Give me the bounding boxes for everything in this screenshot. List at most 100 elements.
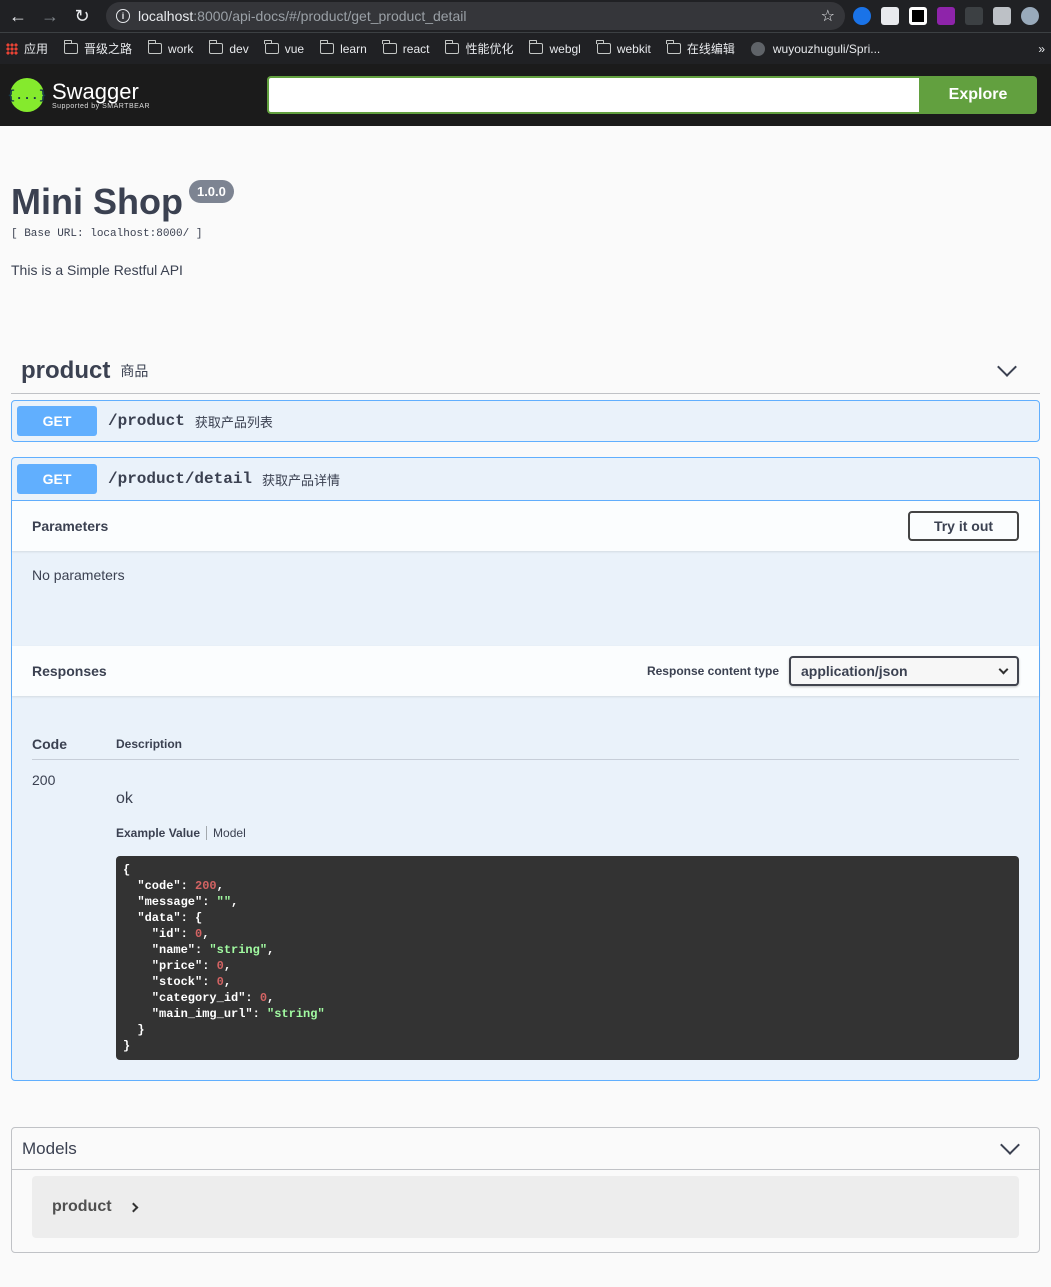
bookmark-folder[interactable]: work bbox=[147, 40, 194, 56]
bookmark-folder[interactable]: 性能优化 bbox=[444, 40, 513, 57]
bookmark-label: 应用 bbox=[24, 42, 49, 56]
bookmark-folder[interactable]: learn bbox=[319, 40, 367, 56]
model-item-product[interactable]: product bbox=[32, 1176, 1019, 1238]
code-key: "id": bbox=[123, 927, 196, 941]
tab-model[interactable]: Model bbox=[207, 826, 246, 840]
spec-url-input[interactable] bbox=[267, 76, 919, 114]
models-section: Models product bbox=[11, 1127, 1040, 1253]
bookmark-folder[interactable]: webkit bbox=[596, 40, 651, 56]
bookmark-label: vue bbox=[284, 41, 305, 56]
code-line: } bbox=[123, 1038, 1012, 1054]
bookmark-folder[interactable]: react bbox=[382, 40, 430, 56]
code-line: "name": "string", bbox=[123, 942, 1012, 958]
bookmark-apps[interactable]: 应用 bbox=[6, 40, 48, 57]
folder-icon bbox=[382, 40, 397, 54]
response-row: 200 ok Example Value Model { "code": 200… bbox=[32, 760, 1019, 1060]
method-badge: GET bbox=[17, 464, 97, 494]
address-bar[interactable]: i localhost:8000/api-docs/#/product/get_… bbox=[106, 2, 845, 30]
extension-icon[interactable] bbox=[853, 7, 871, 25]
bookmark-folder[interactable]: 在线编辑 bbox=[666, 40, 735, 57]
base-url: [ Base URL: localhost:8000/ ] bbox=[11, 228, 203, 240]
extension-icon[interactable] bbox=[937, 7, 955, 25]
bookmark-label: work bbox=[168, 41, 194, 56]
extension-icon[interactable] bbox=[909, 7, 927, 25]
tag-header-product[interactable]: product 商品 bbox=[11, 348, 1040, 394]
tab-example-value[interactable]: Example Value bbox=[116, 826, 208, 840]
code-value: "" bbox=[216, 895, 232, 909]
github-icon bbox=[750, 41, 765, 56]
code-line: } bbox=[123, 1022, 1012, 1038]
operation-summary-text: 获取产品列表 bbox=[194, 414, 273, 430]
chevron-down-icon[interactable] bbox=[997, 356, 1017, 377]
logo-title: Swagger bbox=[52, 78, 139, 104]
api-info: Mini Shop 1.0.0 [ Base URL: localhost:80… bbox=[0, 126, 1051, 278]
bookmark-folder[interactable]: dev bbox=[208, 40, 249, 56]
more-bookmarks-button[interactable]: » bbox=[1038, 42, 1045, 56]
swagger-logo[interactable]: {...} Swagger Supported by SMARTBEAR bbox=[8, 78, 267, 112]
example-tabs: Example Value Model bbox=[116, 826, 1019, 840]
site-info-icon[interactable]: i bbox=[116, 9, 130, 23]
bookmark-label: react bbox=[402, 41, 430, 56]
bookmark-label: wuyouzhuguli/Spri... bbox=[772, 41, 881, 56]
bookmark-label: dev bbox=[229, 41, 249, 56]
version-badge: 1.0.0 bbox=[188, 180, 234, 203]
chevron-down-icon bbox=[998, 664, 1009, 674]
bookmarks-bar: 应用 晋级之路 work dev vue learn react 性能优化 we… bbox=[0, 32, 1051, 64]
operation-summary[interactable]: GET /product/detail 获取产品详情 bbox=[12, 458, 1039, 501]
code-line: "main_img_url": "string" bbox=[123, 1006, 1012, 1022]
model-name: product bbox=[52, 1198, 112, 1215]
code-punct: , bbox=[202, 927, 210, 941]
api-description: This is a Simple Restful API bbox=[11, 262, 183, 278]
code-key: "code": bbox=[123, 879, 196, 893]
code-punct: , bbox=[267, 943, 275, 957]
folder-icon bbox=[319, 40, 335, 54]
bookmark-folder[interactable]: vue bbox=[264, 40, 305, 56]
code-line: "message": "", bbox=[123, 894, 1012, 910]
code-punct: , bbox=[223, 975, 232, 989]
bookmark-folder[interactable]: webgl bbox=[528, 40, 581, 56]
example-value-code: { "code": 200, "message": "", "data": { … bbox=[116, 856, 1019, 1060]
code-key: "data": { bbox=[123, 911, 203, 925]
forward-icon[interactable]: → bbox=[38, 4, 62, 28]
explore-button[interactable]: Explore bbox=[919, 76, 1037, 114]
tag-name: product bbox=[21, 356, 111, 384]
responses-table-header: Code Description bbox=[32, 728, 1019, 760]
code-key: "message": bbox=[123, 895, 217, 909]
response-code: 200 bbox=[32, 772, 56, 788]
extensions-area bbox=[853, 7, 1045, 25]
responses-header: Responses Response content type applicat… bbox=[12, 646, 1039, 696]
code-line: "code": 200, bbox=[123, 878, 1012, 894]
parameters-header: Parameters Try it out bbox=[12, 501, 1039, 551]
bookmark-folder[interactable]: 晋级之路 bbox=[63, 40, 132, 57]
try-it-out-button[interactable]: Try it out bbox=[908, 511, 1019, 541]
reload-icon[interactable]: ↻ bbox=[70, 4, 94, 28]
column-code: Code bbox=[32, 735, 67, 752]
folder-icon bbox=[208, 40, 224, 54]
chevron-right-icon[interactable] bbox=[128, 1202, 138, 1212]
extension-icon[interactable] bbox=[881, 7, 899, 25]
code-key: "name": bbox=[123, 943, 210, 957]
bookmark-label: 在线编辑 bbox=[686, 42, 735, 56]
bookmark-star-icon[interactable]: ☆ bbox=[821, 6, 835, 26]
code-key: "category_id": bbox=[123, 991, 260, 1005]
code-key: "price": bbox=[123, 959, 217, 973]
code-value: "string" bbox=[209, 943, 268, 957]
content-type-select[interactable]: application/json bbox=[789, 656, 1019, 686]
profile-avatar[interactable] bbox=[1021, 7, 1039, 25]
api-title: Mini Shop bbox=[11, 181, 183, 222]
models-header[interactable]: Models bbox=[12, 1128, 1039, 1170]
code-value: 0 bbox=[216, 959, 224, 973]
extension-icon[interactable] bbox=[965, 7, 983, 25]
content-type-value: application/json bbox=[801, 663, 908, 679]
bookmark-github[interactable]: wuyouzhuguli/Spri... bbox=[750, 41, 881, 56]
operation-summary[interactable]: GET /product 获取产品列表 bbox=[12, 401, 1039, 441]
chevron-down-icon[interactable] bbox=[1000, 1134, 1020, 1155]
responses-title: Responses bbox=[32, 663, 107, 679]
bookmark-label: webkit bbox=[616, 41, 651, 56]
folder-icon bbox=[444, 40, 460, 54]
logo-subtitle: Supported by SMARTBEAR bbox=[52, 102, 151, 110]
parameters-title: Parameters bbox=[32, 518, 109, 534]
back-icon[interactable]: ← bbox=[6, 4, 30, 28]
puzzle-icon[interactable] bbox=[993, 7, 1011, 25]
url-path: :8000/api-docs/#/product/get_product_det… bbox=[193, 8, 467, 24]
